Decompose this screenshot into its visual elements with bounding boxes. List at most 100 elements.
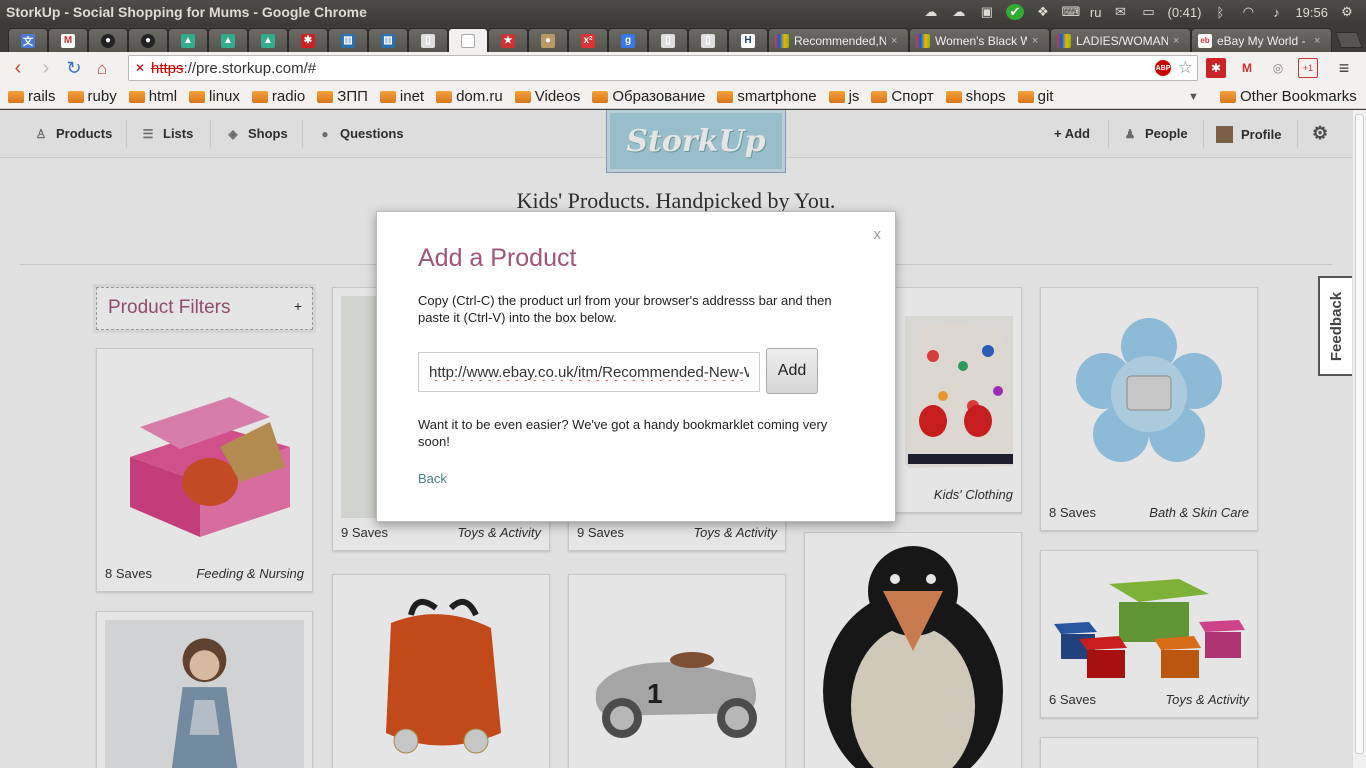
tab-storkup-active[interactable]: ▯ [448, 28, 488, 52]
drive-icon[interactable]: ▣ [978, 4, 996, 20]
lastpass-icon[interactable]: ✱ [1206, 58, 1226, 78]
tab-h[interactable]: H [728, 28, 768, 52]
bookmarks-overflow-icon[interactable]: ▼ [1188, 91, 1199, 103]
bookmark-folder[interactable]: radio [251, 88, 305, 105]
bookmark-folder[interactable]: Videos [514, 88, 580, 105]
battery-time[interactable]: (0:41) [1167, 5, 1201, 20]
bookmark-label: linux [209, 88, 240, 105]
cloud-icon[interactable]: ☁ [950, 4, 968, 20]
dropbox-icon[interactable]: ❖ [1034, 4, 1052, 20]
wifi-icon[interactable]: ◠ [1239, 4, 1257, 20]
page-icon: ▯ [461, 33, 475, 48]
adblock-icon[interactable]: ABP [1155, 60, 1171, 76]
tab-trello-2[interactable]: ▥ [368, 28, 408, 52]
mail-icon[interactable]: ✉ [1111, 4, 1129, 20]
tab-drive[interactable]: ▲ [168, 28, 208, 52]
tab-google[interactable]: g [608, 28, 648, 52]
scrollbar-thumb[interactable] [1355, 114, 1364, 754]
hangouts-icon[interactable]: ◎ [1268, 58, 1288, 78]
tab-star[interactable]: ★ [488, 28, 528, 52]
tab-page[interactable]: ▯ [408, 28, 448, 52]
home-icon[interactable]: ⌂ [88, 55, 116, 83]
google-plus-one-icon[interactable]: +1 [1298, 58, 1318, 78]
cloud-icon[interactable]: ☁ [922, 4, 940, 20]
gmail-icon: M [61, 33, 75, 48]
tab-page-3[interactable]: ▯ [688, 28, 728, 52]
folder-icon [67, 90, 84, 103]
tab-trello[interactable]: ▥ [328, 28, 368, 52]
bookmarklet-note: Want it to be even easier? We've got a h… [418, 417, 828, 449]
tab-github[interactable]: ● [88, 28, 128, 52]
add-product-button[interactable]: Add [766, 348, 818, 394]
reload-icon[interactable]: ↻ [60, 55, 88, 83]
gmail-checker-icon[interactable]: M [1237, 58, 1257, 78]
tab-ebay-4[interactable]: eb eBay My World - × [1191, 28, 1332, 52]
tab-page-2[interactable]: ▯ [648, 28, 688, 52]
volume-icon[interactable]: ♪ [1267, 4, 1285, 20]
bookmark-folder[interactable]: git [1017, 88, 1053, 105]
product-url-input[interactable] [418, 352, 760, 392]
bookmark-folder[interactable]: rails [8, 88, 56, 105]
back-link[interactable]: Back [418, 471, 447, 486]
other-bookmarks-folder[interactable]: Other Bookmarks [1220, 88, 1357, 105]
address-bar[interactable]: ✕ https://pre.storkup.com/# ABP ☆ [128, 55, 1198, 81]
tab-translate[interactable]: 文 [8, 28, 48, 52]
check-icon[interactable]: ✔ [1005, 4, 1024, 20]
bookmark-folder[interactable]: Спорт [871, 88, 934, 105]
folder-icon [945, 90, 962, 103]
tab-math[interactable]: x² [568, 28, 608, 52]
tab-ebay-1[interactable]: Recommended,N × [768, 28, 909, 52]
page-icon: ▯ [701, 33, 715, 48]
close-icon[interactable]: × [1032, 35, 1038, 47]
tab-asterisk[interactable]: ✱ [288, 28, 328, 52]
back-arrow-icon[interactable]: ‹ [4, 55, 32, 83]
bookmark-folder[interactable]: inet [379, 88, 424, 105]
bookmark-label: shops [965, 88, 1006, 105]
bookmark-label: ruby [87, 88, 117, 105]
keyboard-icon[interactable]: ⌨ [1062, 4, 1081, 20]
bookmark-label: html [148, 88, 178, 105]
bookmark-folder[interactable]: Образование [592, 88, 705, 105]
bookmark-folder[interactable]: smartphone [717, 88, 817, 105]
tab-drive-3[interactable]: ▲ [248, 28, 288, 52]
feedback-tab[interactable]: Feedback [1318, 276, 1354, 376]
tab-cat[interactable]: ● [528, 28, 568, 52]
drive-icon: ▲ [261, 33, 275, 48]
tab-gmail[interactable]: M [48, 28, 88, 52]
trello-icon: ▥ [341, 33, 355, 48]
gear-icon[interactable]: ⚙ [1338, 4, 1356, 20]
new-tab-button[interactable] [1335, 32, 1363, 48]
folder-icon [317, 90, 334, 103]
ebay-icon: eb [1198, 33, 1212, 48]
folder-icon [128, 90, 145, 103]
bookmark-folder[interactable]: ЗПП [317, 88, 368, 105]
menu-icon[interactable]: ≡ [1334, 58, 1354, 78]
close-icon[interactable]: × [891, 35, 897, 47]
battery-icon[interactable]: ▭ [1139, 4, 1157, 20]
tab-drive-2[interactable]: ▲ [208, 28, 248, 52]
close-icon[interactable]: × [1314, 35, 1320, 47]
bookmark-folder[interactable]: js [828, 88, 859, 105]
os-top-panel: StorkUp - Social Shopping for Mums - Goo… [0, 0, 1366, 24]
bookmark-label: rails [28, 88, 56, 105]
bookmark-folder[interactable]: ruby [67, 88, 117, 105]
bookmark-folder[interactable]: html [128, 88, 178, 105]
tab-ebay-3[interactable]: LADIES/WOMAN × [1050, 28, 1191, 52]
close-icon[interactable]: × [1173, 35, 1179, 47]
bluetooth-icon[interactable]: ᛒ [1211, 4, 1229, 20]
github-icon: ● [101, 33, 115, 48]
bookmark-folder[interactable]: shops [945, 88, 1006, 105]
bookmark-folder[interactable]: linux [189, 88, 240, 105]
folder-icon [717, 90, 734, 103]
clock[interactable]: 19:56 [1295, 5, 1328, 20]
tab-ebay-2[interactable]: Women's Black W × [909, 28, 1050, 52]
language-indicator[interactable]: ru [1090, 5, 1102, 20]
bookmark-star-icon[interactable]: ☆ [1178, 58, 1193, 78]
system-tray: ☁ ☁ ▣ ✔ ❖ ⌨ ru ✉ ▭ (0:41) ᛒ ◠ ♪ 19:56 ⚙ [922, 4, 1366, 20]
bookmark-folder[interactable]: dom.ru [436, 88, 503, 105]
tab-github-2[interactable]: ● [128, 28, 168, 52]
page-scrollbar[interactable] [1352, 110, 1366, 768]
forward-arrow-icon[interactable]: › [32, 55, 60, 83]
folder-icon [514, 90, 531, 103]
close-modal-button[interactable]: x [874, 226, 882, 243]
